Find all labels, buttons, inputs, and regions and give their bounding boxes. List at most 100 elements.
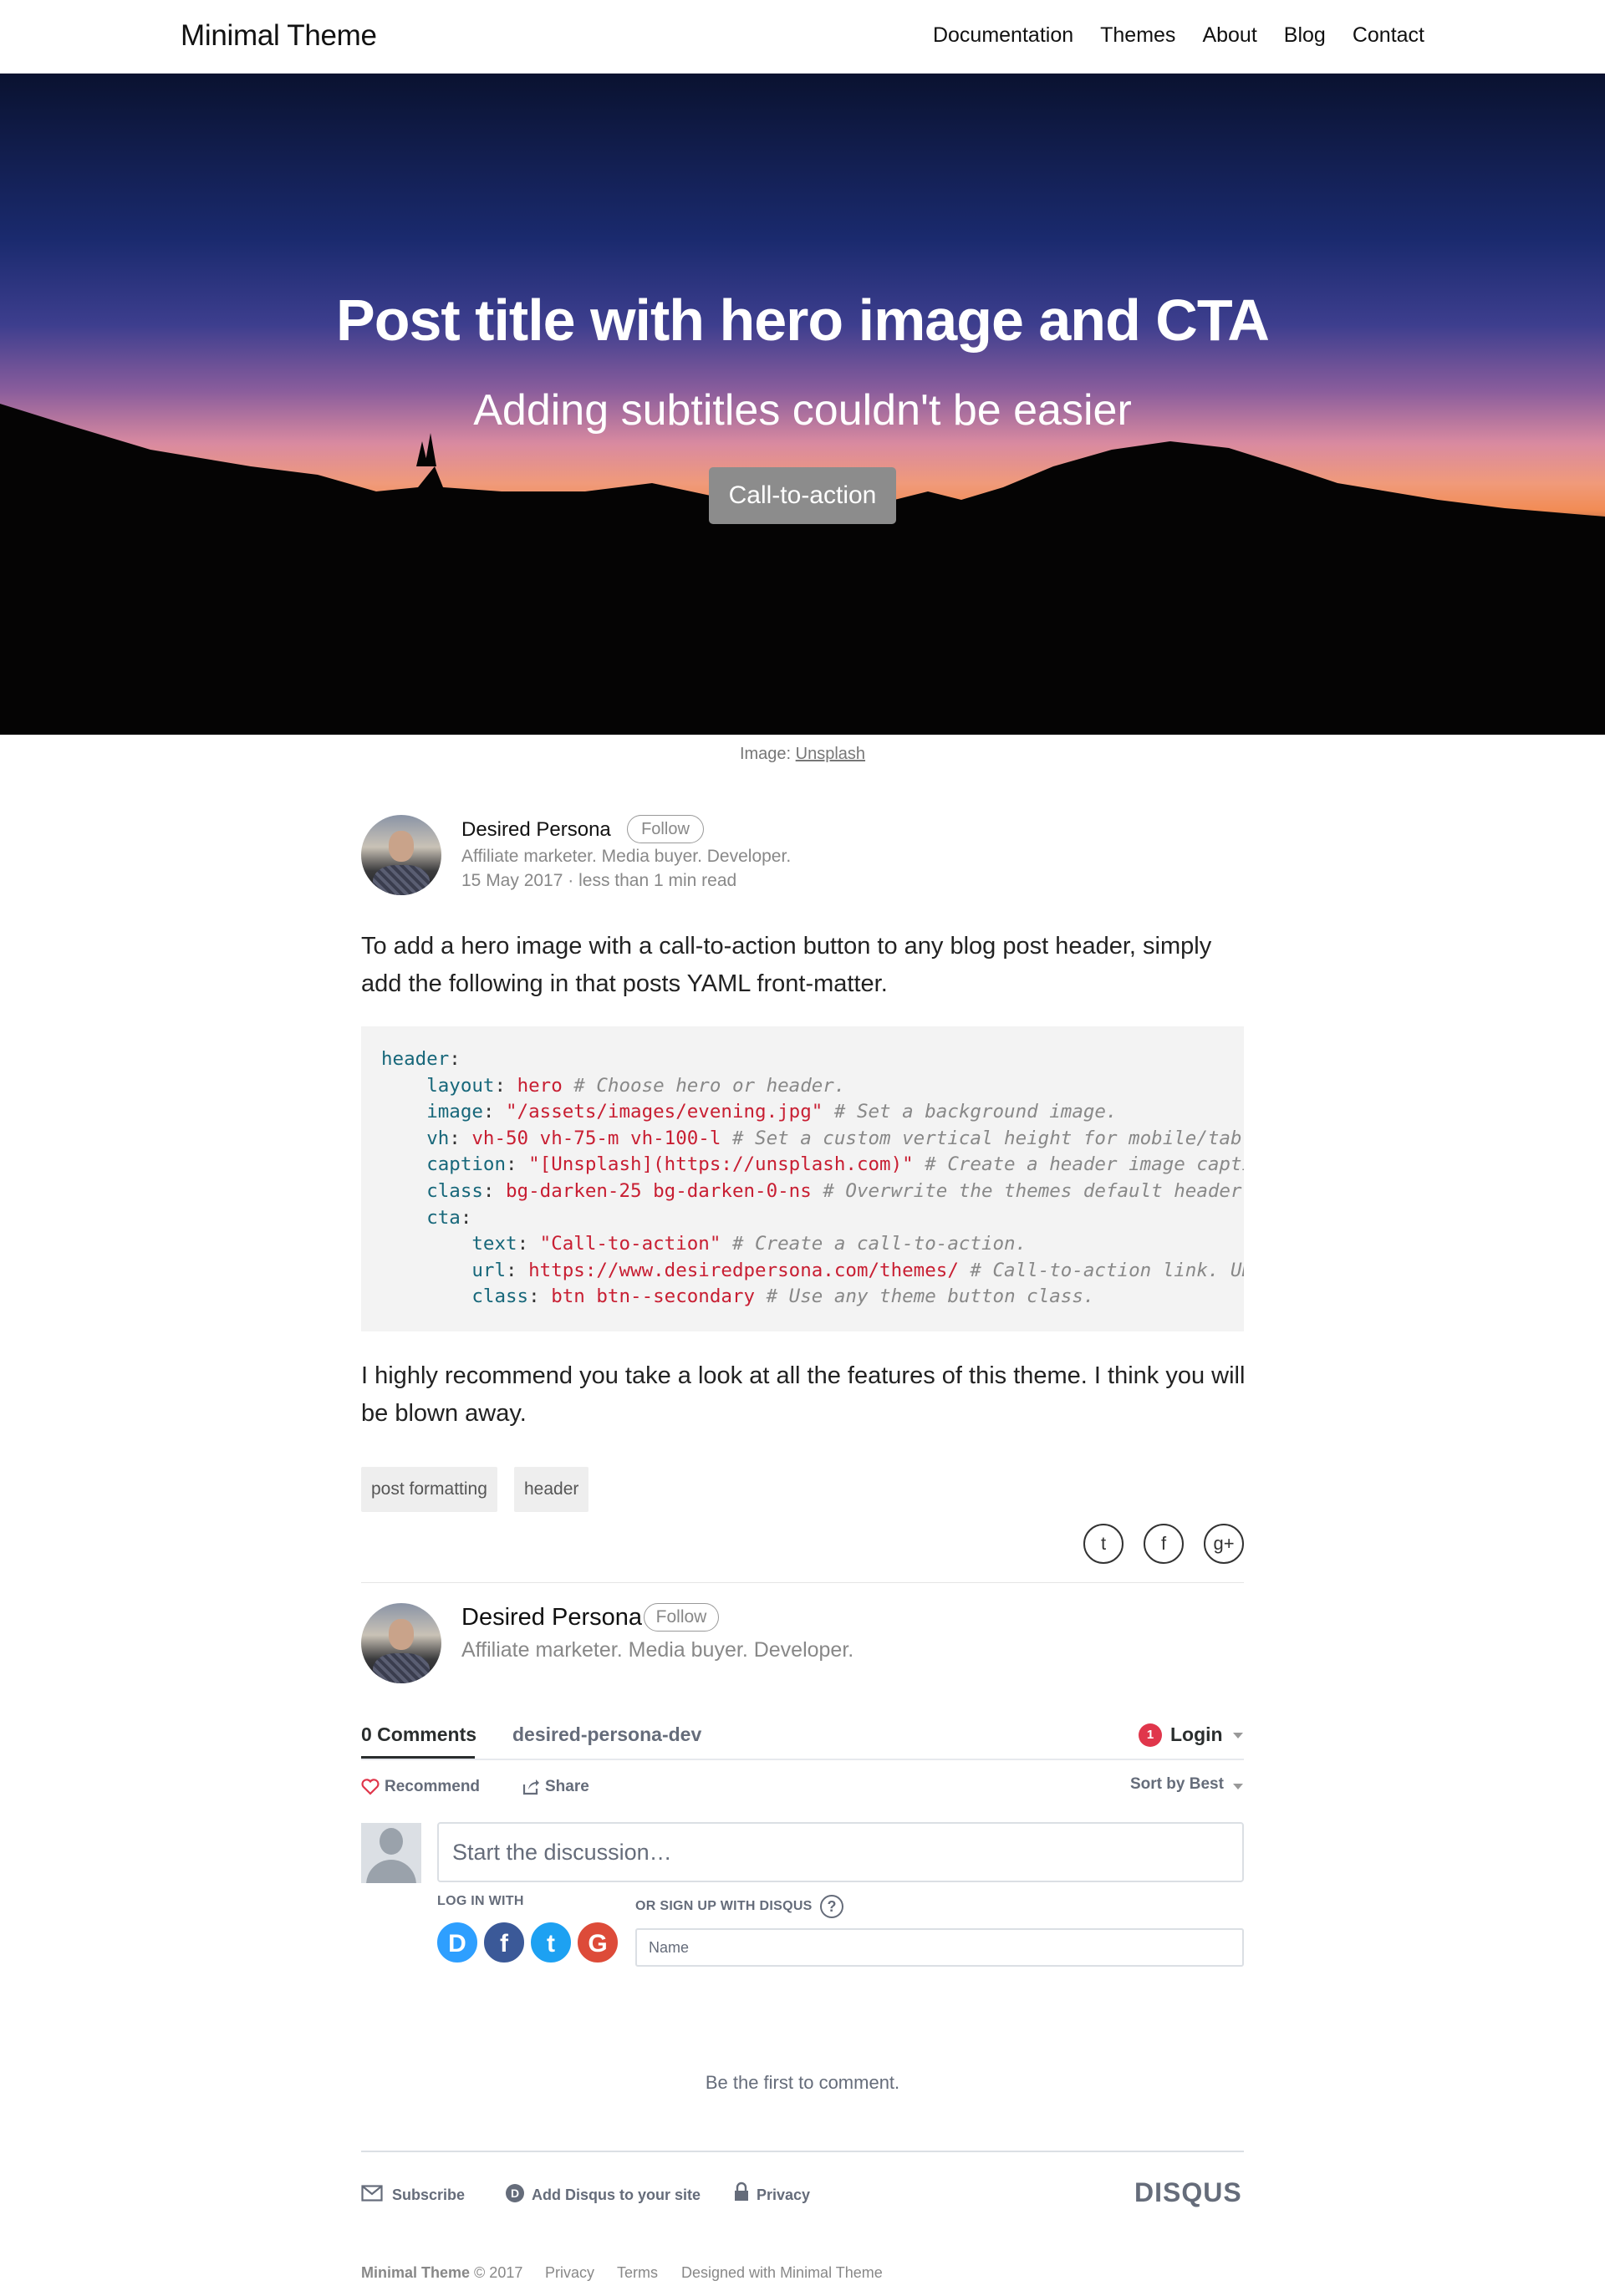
lock-icon[interactable] [733, 2181, 750, 2202]
author-bio: Affiliate marketer. Media buyer. Develop… [461, 847, 792, 866]
help-icon[interactable]: ? [820, 1895, 843, 1918]
code-key: layout [426, 1074, 495, 1097]
post-outro-paragraph: I highly recommend you take a look at al… [361, 1362, 1246, 1427]
hero-section: Post title with hero image and CTA Addin… [0, 74, 1605, 735]
author-avatar-bottom[interactable] [361, 1603, 441, 1683]
guest-avatar [361, 1823, 421, 1883]
code-value: hero [517, 1074, 563, 1097]
nav-link-about[interactable]: About [1202, 23, 1256, 48]
chevron-down-icon[interactable] [1233, 1733, 1243, 1739]
envelope-icon[interactable] [361, 2185, 383, 2202]
follow-button[interactable]: Follow [627, 815, 704, 843]
code-line: class: btn btn--secondary # Use any them… [471, 1285, 1095, 1308]
post-intro-paragraph: To add a hero image with a call-to-actio… [361, 933, 1212, 997]
footer-terms-link[interactable]: Terms [617, 2264, 658, 2282]
code-block: header: layout: hero # Choose hero or he… [361, 1026, 1244, 1331]
site-brand[interactable]: Minimal Theme [181, 19, 377, 53]
nav-link-documentation[interactable]: Documentation [933, 23, 1073, 48]
name-field[interactable] [635, 1928, 1244, 1967]
follow-button-bottom[interactable]: Follow [644, 1603, 719, 1632]
code-line: header: [381, 1048, 461, 1070]
code-value: "/assets/images/evening.jpg" [506, 1101, 823, 1123]
hero-title: Post title with hero image and CTA [336, 288, 1270, 353]
caption-prefix: Image: [739, 745, 792, 763]
tab-bar-divider [361, 1759, 1244, 1760]
code-key: url [471, 1259, 507, 1281]
privacy-link[interactable]: Privacy [757, 2187, 810, 2204]
nav-link-contact[interactable]: Contact [1353, 23, 1424, 48]
login-menu[interactable]: Login [1170, 1723, 1223, 1746]
share-button[interactable]: Share [545, 1778, 589, 1796]
sort-dropdown[interactable]: Sort by Best [1130, 1775, 1224, 1794]
add-disqus-link[interactable]: Add Disqus to your site [532, 2187, 701, 2204]
code-comment: # Set a custom vertical height for mobil… [731, 1127, 1244, 1149]
facebook-icon[interactable]: f [1144, 1524, 1184, 1564]
tag-post-formatting[interactable]: post formatting [361, 1467, 497, 1512]
nav-link-themes[interactable]: Themes [1100, 23, 1175, 48]
code-key: header [381, 1048, 450, 1070]
code-comment: # Create a call-to-action. [731, 1233, 1027, 1255]
divider [361, 1582, 1244, 1583]
disqus-logo[interactable]: DISQUS [1134, 2177, 1242, 2208]
code-comment: # Create a header image caption. [925, 1153, 1244, 1176]
code-line: text: "Call-to-action" # Create a call-t… [471, 1233, 1027, 1255]
code-value: bg-darken-25 bg-darken-0-ns [506, 1179, 812, 1202]
disqus-d-icon[interactable]: D [505, 2183, 525, 2203]
twitter-login-icon[interactable]: t [529, 1921, 573, 1964]
code-comment: # Call-to-action link. URL's [970, 1259, 1244, 1281]
meta-separator: · [568, 871, 574, 890]
sign-up-label: OR SIGN UP WITH DISQUS [635, 1899, 813, 1913]
code-key: class [471, 1285, 529, 1308]
code-line: vh: vh-50 vh-75-m vh-100-l # Set a custo… [381, 1126, 1244, 1153]
post-date: 15 May 2017 [461, 871, 563, 890]
twitter-icon[interactable]: t [1083, 1524, 1124, 1564]
heart-icon[interactable] [361, 1779, 380, 1795]
code-comment: # Overwrite the themes default header cl… [823, 1179, 1242, 1202]
footer-brand[interactable]: Minimal Theme [361, 2264, 470, 2281]
code-line: image: "/assets/images/evening.jpg" # Se… [426, 1101, 1118, 1123]
code-line: layout: hero # Choose hero or header. [426, 1074, 846, 1097]
google-login-icon[interactable]: G [576, 1921, 619, 1964]
code-line: caption: "[Unsplash](https://unsplash.co… [381, 1152, 1244, 1179]
footer-designed-with[interactable]: Designed with Minimal Theme [681, 2264, 883, 2282]
facebook-login-icon[interactable]: f [482, 1921, 526, 1964]
code-line: cta: [426, 1206, 472, 1229]
sort-chevron-icon[interactable] [1233, 1784, 1243, 1789]
code-value: vh-50 vh-75-m vh-100-l [471, 1127, 721, 1149]
cta-button[interactable]: Call-to-action [709, 467, 896, 524]
tab-comments[interactable]: 0 Comments [361, 1723, 476, 1746]
subscribe-link[interactable]: Subscribe [392, 2187, 465, 2204]
tab-community[interactable]: desired-persona-dev [512, 1723, 701, 1746]
code-comment: # Set a background image. [833, 1101, 1118, 1123]
code-comment: # Choose hero or header. [573, 1074, 846, 1097]
disqus-footer-divider [361, 2151, 1244, 2152]
code-line: class: bg-darken-25 bg-darken-0-ns # Ove… [381, 1179, 1241, 1205]
code-key: vh [426, 1127, 450, 1149]
code-key: caption [426, 1153, 507, 1176]
google-plus-icon[interactable]: g+ [1204, 1524, 1244, 1564]
recommend-button[interactable]: Recommend [385, 1778, 480, 1796]
footer-year: © 2017 [474, 2264, 523, 2281]
post-meta: 15 May 2017 · less than 1 min read [461, 871, 736, 891]
empty-comments-message: Be the first to comment. [705, 2072, 900, 2093]
notification-badge[interactable]: 1 [1139, 1723, 1162, 1747]
author-avatar[interactable] [361, 815, 441, 895]
tag-header[interactable]: header [514, 1467, 589, 1512]
hero-image-caption: Image: Unsplash [0, 745, 1605, 764]
top-navbar: Minimal Theme Documentation Themes About… [0, 0, 1605, 74]
footer-privacy-link[interactable]: Privacy [545, 2264, 594, 2282]
code-key: text [471, 1233, 517, 1255]
author-name-bottom[interactable]: Desired Persona [461, 1604, 642, 1632]
discussion-input[interactable] [437, 1822, 1244, 1882]
author-bio-bottom: Affiliate marketer. Media buyer. Develop… [461, 1638, 854, 1662]
author-name[interactable]: Desired Persona [461, 818, 611, 842]
code-value: "Call-to-action" [539, 1233, 721, 1255]
code-key: image [426, 1101, 483, 1123]
nav-links: Documentation Themes About Blog Contact [933, 23, 1424, 48]
nav-link-blog[interactable]: Blog [1284, 23, 1326, 48]
svg-text:D: D [511, 2187, 519, 2200]
code-key: class [426, 1179, 483, 1202]
caption-link-unsplash[interactable]: Unsplash [796, 745, 865, 763]
share-icon[interactable] [522, 1778, 540, 1796]
disqus-login-icon[interactable]: D [436, 1921, 479, 1964]
